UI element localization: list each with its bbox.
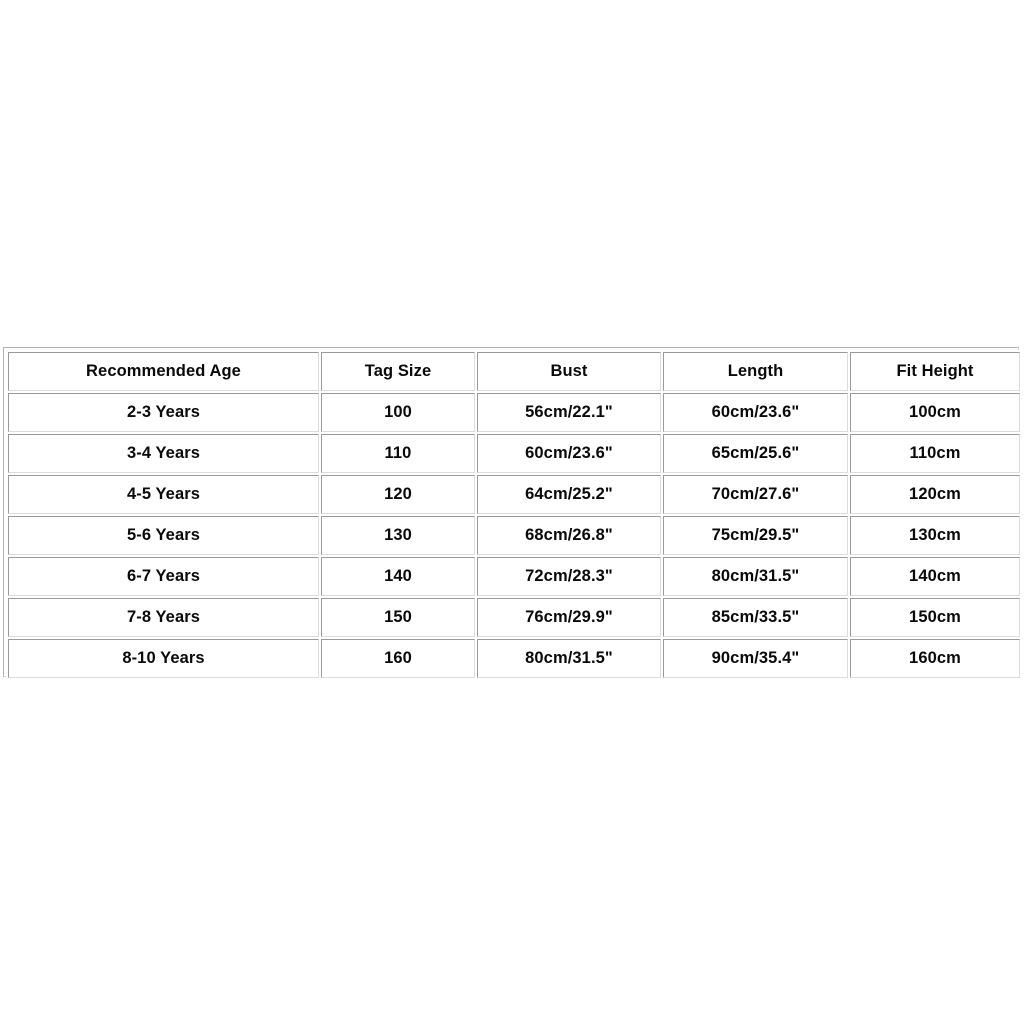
cell-fit-height: 130cm (850, 516, 1020, 555)
column-header-length: Length (663, 352, 848, 391)
table-row: 5-6 Years 130 68cm/26.8" 75cm/29.5" 130c… (8, 516, 1020, 555)
table-row: 8-10 Years 160 80cm/31.5" 90cm/35.4" 160… (8, 639, 1020, 678)
size-chart-panel: Recommended Age Tag Size Bust Length Fit… (3, 347, 1022, 680)
cell-bust: 72cm/28.3" (477, 557, 661, 596)
cell-length: 60cm/23.6" (663, 393, 848, 432)
cell-recommended-age: 3-4 Years (8, 434, 319, 473)
cell-recommended-age: 2-3 Years (8, 393, 319, 432)
table-header-row: Recommended Age Tag Size Bust Length Fit… (8, 352, 1020, 391)
size-chart-body: 2-3 Years 100 56cm/22.1" 60cm/23.6" 100c… (8, 393, 1020, 678)
cell-bust: 76cm/29.9" (477, 598, 661, 637)
cell-recommended-age: 6-7 Years (8, 557, 319, 596)
cell-fit-height: 150cm (850, 598, 1020, 637)
column-header-fit-height: Fit Height (850, 352, 1020, 391)
cell-tag-size: 110 (321, 434, 475, 473)
cell-fit-height: 120cm (850, 475, 1020, 514)
cell-bust: 64cm/25.2" (477, 475, 661, 514)
table-row: 7-8 Years 150 76cm/29.9" 85cm/33.5" 150c… (8, 598, 1020, 637)
table-row: 3-4 Years 110 60cm/23.6" 65cm/25.6" 110c… (8, 434, 1020, 473)
cell-length: 85cm/33.5" (663, 598, 848, 637)
cell-tag-size: 120 (321, 475, 475, 514)
cell-length: 80cm/31.5" (663, 557, 848, 596)
cell-length: 65cm/25.6" (663, 434, 848, 473)
cell-length: 90cm/35.4" (663, 639, 848, 678)
cell-length: 70cm/27.6" (663, 475, 848, 514)
cell-fit-height: 110cm (850, 434, 1020, 473)
cell-tag-size: 150 (321, 598, 475, 637)
cell-recommended-age: 7-8 Years (8, 598, 319, 637)
cell-bust: 68cm/26.8" (477, 516, 661, 555)
column-header-recommended-age: Recommended Age (8, 352, 319, 391)
table-row: 6-7 Years 140 72cm/28.3" 80cm/31.5" 140c… (8, 557, 1020, 596)
cell-fit-height: 140cm (850, 557, 1020, 596)
cell-bust: 60cm/23.6" (477, 434, 661, 473)
size-chart-header: Recommended Age Tag Size Bust Length Fit… (8, 352, 1020, 391)
size-chart-table: Recommended Age Tag Size Bust Length Fit… (6, 350, 1022, 680)
cell-bust: 56cm/22.1" (477, 393, 661, 432)
column-header-bust: Bust (477, 352, 661, 391)
cell-tag-size: 130 (321, 516, 475, 555)
table-row: 4-5 Years 120 64cm/25.2" 70cm/27.6" 120c… (8, 475, 1020, 514)
cell-fit-height: 100cm (850, 393, 1020, 432)
cell-tag-size: 160 (321, 639, 475, 678)
cell-tag-size: 140 (321, 557, 475, 596)
column-header-tag-size: Tag Size (321, 352, 475, 391)
cell-recommended-age: 4-5 Years (8, 475, 319, 514)
cell-recommended-age: 8-10 Years (8, 639, 319, 678)
table-row: 2-3 Years 100 56cm/22.1" 60cm/23.6" 100c… (8, 393, 1020, 432)
cell-fit-height: 160cm (850, 639, 1020, 678)
cell-length: 75cm/29.5" (663, 516, 848, 555)
cell-recommended-age: 5-6 Years (8, 516, 319, 555)
cell-tag-size: 100 (321, 393, 475, 432)
cell-bust: 80cm/31.5" (477, 639, 661, 678)
